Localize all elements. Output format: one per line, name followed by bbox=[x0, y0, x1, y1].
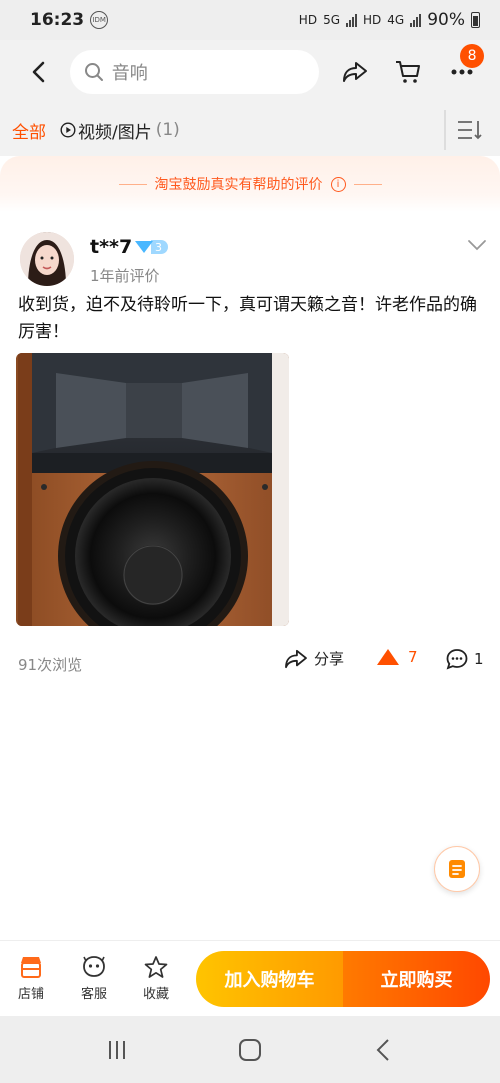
customer-service-button[interactable]: 客服 bbox=[69, 955, 119, 1002]
review-stats: 91次浏览 分享 7 1 bbox=[0, 648, 500, 678]
share-icon bbox=[285, 649, 307, 668]
review-share-button[interactable]: 分享 bbox=[284, 648, 344, 669]
status-bar: 16:23 IDM HD 5G HD 4G 90% bbox=[0, 0, 500, 40]
bottom-action-bar: 店铺 客服 收藏 加入购物车 立即购买 bbox=[0, 940, 500, 1016]
sort-icon[interactable] bbox=[456, 118, 484, 142]
system-back-button[interactable] bbox=[363, 1030, 403, 1070]
favorite-button[interactable]: 收藏 bbox=[131, 955, 181, 1002]
notice-text: 淘宝鼓励真实有帮助的评价 bbox=[154, 177, 323, 193]
filter-all-tab[interactable]: 全部 bbox=[12, 118, 46, 143]
review-time: 1年前评价 bbox=[90, 267, 160, 285]
vip-level: 3 bbox=[151, 240, 168, 254]
avatar-image bbox=[20, 232, 74, 286]
vip-level-badge: 3 bbox=[135, 239, 168, 255]
chevron-down-icon[interactable] bbox=[466, 234, 488, 256]
thumbs-up-triangle-icon bbox=[377, 649, 399, 665]
share-icon bbox=[342, 62, 367, 82]
recent-apps-icon bbox=[108, 1040, 125, 1059]
play-circle-icon bbox=[60, 122, 76, 138]
buy-now-button[interactable]: 立即购买 bbox=[343, 951, 490, 1007]
signal-icon bbox=[346, 13, 357, 27]
header: 音响 8 bbox=[0, 40, 500, 104]
customer-service-icon bbox=[83, 956, 105, 977]
search-icon bbox=[84, 63, 103, 81]
cart-icon bbox=[396, 61, 421, 83]
status-time: 16:23 bbox=[30, 10, 85, 30]
floating-notes-button[interactable] bbox=[434, 846, 480, 892]
filter-bar: 全部 视频/图片 (1) bbox=[0, 104, 500, 156]
signal-icon-2 bbox=[410, 13, 422, 27]
idm-icon: IDM bbox=[90, 11, 109, 29]
recent-apps-button[interactable] bbox=[97, 1030, 137, 1070]
status-indicators: HD 5G HD 4G 90% bbox=[299, 10, 480, 30]
system-navigation-bar bbox=[0, 1016, 500, 1083]
star-icon bbox=[144, 956, 168, 978]
comment-button[interactable]: 1 bbox=[446, 648, 484, 670]
favorite-label: 收藏 bbox=[142, 987, 169, 1002]
store-button[interactable]: 店铺 bbox=[6, 955, 56, 1002]
cart-button[interactable] bbox=[388, 52, 428, 92]
search-query: 音响 bbox=[111, 63, 148, 84]
more-button[interactable]: 8 bbox=[442, 44, 485, 92]
more-icon bbox=[451, 69, 473, 75]
comment-icon bbox=[446, 649, 468, 670]
like-button[interactable]: 7 bbox=[376, 648, 418, 666]
network-5g-label: 5G bbox=[323, 13, 340, 27]
diamond-icon bbox=[135, 241, 153, 253]
view-count: 91次浏览 bbox=[18, 656, 83, 674]
info-icon: i bbox=[330, 176, 346, 192]
search-input[interactable]: 音响 bbox=[69, 50, 319, 94]
service-label: 客服 bbox=[80, 987, 107, 1002]
purchase-buttons: 加入购物车 立即购买 bbox=[196, 951, 490, 1007]
back-icon bbox=[376, 1038, 390, 1061]
notification-badge: 8 bbox=[460, 44, 485, 68]
comment-count: 1 bbox=[474, 650, 484, 668]
avatar[interactable] bbox=[20, 232, 74, 286]
filter-video-label: 视频/图片 bbox=[78, 122, 152, 143]
share-button[interactable] bbox=[335, 52, 375, 92]
hd-label: HD bbox=[298, 13, 318, 27]
home-icon bbox=[238, 1038, 261, 1061]
filter-video-count: (1) bbox=[155, 120, 180, 140]
chevron-left-icon bbox=[32, 61, 45, 83]
store-label: 店铺 bbox=[17, 987, 44, 1002]
review-notice-banner[interactable]: 淘宝鼓励真实有帮助的评价 i bbox=[0, 156, 500, 212]
divider bbox=[118, 183, 147, 185]
review-text: 收到货，迫不及待聆听一下，真可谓天籁之音！许老作品的确厉害！ bbox=[18, 295, 477, 342]
network-4g-label: 4G bbox=[387, 13, 405, 27]
back-button[interactable] bbox=[18, 52, 58, 92]
hd-label-2: HD bbox=[363, 13, 382, 27]
username[interactable]: t**7 bbox=[90, 236, 132, 258]
add-to-cart-button[interactable]: 加入购物车 bbox=[196, 951, 343, 1007]
divider bbox=[353, 183, 382, 185]
home-button[interactable] bbox=[230, 1030, 270, 1070]
divider bbox=[444, 110, 446, 150]
notes-icon bbox=[449, 860, 465, 878]
battery-percent: 90% bbox=[427, 10, 465, 30]
review-photo[interactable] bbox=[16, 353, 289, 626]
filter-video-tab[interactable]: 视频/图片 (1) bbox=[60, 118, 180, 143]
battery-icon bbox=[471, 12, 480, 28]
share-label: 分享 bbox=[314, 650, 345, 668]
speaker-photo bbox=[16, 353, 289, 626]
like-count: 7 bbox=[408, 648, 418, 666]
store-icon bbox=[21, 957, 41, 978]
